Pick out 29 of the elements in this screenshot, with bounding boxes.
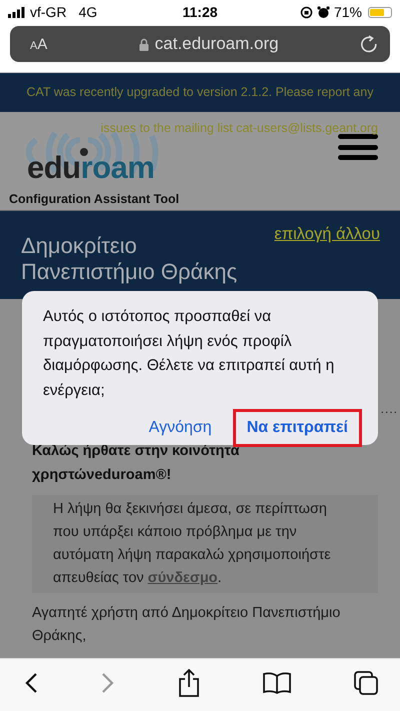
greeting-text: Αγαπητέ χρήστη από Δημοκρίτειο Πανεπιστήμιο Θράκης, [32, 604, 342, 646]
tabs-icon[interactable] [354, 671, 378, 695]
institution-name: Δημοκρίτειο Πανεπιστήμιο Θράκης [21, 233, 238, 285]
network-type: 4G [78, 4, 98, 20]
book-icon[interactable] [263, 672, 291, 694]
info-text: Η λήψη θα ξεκινήσει άμεσα, σε περίπτωση που υπάρξει κάποιο πρόβλημα με την αυτόματη λήψη παρακαλώ χρησιμοποιήστε απευθείας τον σύνδεσμο. [53, 500, 332, 588]
share-icon[interactable] [178, 669, 200, 697]
battery-icon [368, 6, 392, 18]
eduroam-logo[interactable]: eduroam [22, 132, 172, 184]
allow-button[interactable]: Να επιτραπεί [232, 409, 362, 447]
clock-time: 11:28 [182, 4, 218, 20]
battery-percent: 71% [334, 4, 362, 20]
alarm-icon [316, 6, 330, 18]
reload-icon[interactable] [360, 35, 378, 53]
signal-icon [8, 6, 26, 18]
back-icon[interactable] [24, 672, 38, 694]
url-text: cat.eduroam.org [154, 34, 279, 54]
change-link[interactable]: επιλογή άλλου [274, 225, 380, 244]
address-bar[interactable]: AA cat.eduroam.org [10, 26, 390, 62]
cut-off-text: .... [380, 402, 398, 416]
site-subtitle: Configuration Assistant Tool [9, 192, 180, 206]
menu-icon[interactable] [338, 134, 378, 160]
lock-icon [138, 38, 149, 50]
carrier-name: vf-GR [30, 4, 67, 20]
text-size-button[interactable]: AA [30, 36, 48, 52]
notice-text: issues to the mailing list cat-users@lists.geant.org [100, 121, 378, 135]
rotation-lock-icon [300, 6, 313, 18]
notice-text: CAT was recently upgraded to version 2.1.2. Please report any [26, 85, 374, 99]
dialog-message: Αυτός ο ιστότοπος προσπαθεί να πραγματοποιήσει λήψη ενός προφίλ διαμόρφωσης. Θέλετε να επιτραπεί αυτή η ενέργεια; [43, 307, 336, 400]
